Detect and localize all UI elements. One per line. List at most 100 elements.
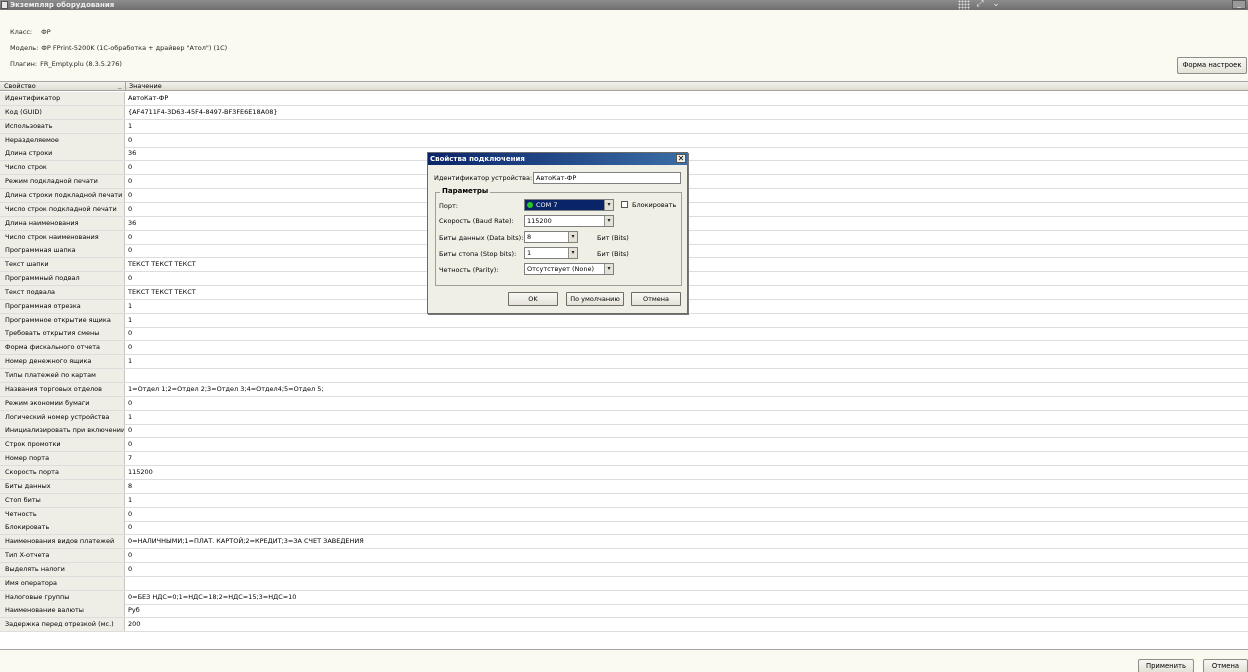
chevron-down-icon[interactable]: ▾: [568, 232, 577, 242]
expand-icon[interactable]: ⤢: [972, 0, 988, 10]
property-value-cell[interactable]: 1: [126, 494, 132, 507]
ok-button[interactable]: OK: [508, 292, 558, 306]
property-value-cell[interactable]: ТЕКСТ ТЕКСТ ТЕКСТ: [126, 258, 196, 271]
table-row[interactable]: Неразделяемое 0: [0, 133, 1248, 148]
property-value-cell[interactable]: 200: [126, 618, 140, 631]
close-icon[interactable]: ✕: [676, 154, 686, 163]
property-value-cell[interactable]: [126, 577, 128, 590]
column-header-property[interactable]: Свойство: [4, 82, 36, 91]
chevron-down-icon[interactable]: ▾: [604, 200, 613, 210]
property-value-cell[interactable]: 0=БЕЗ НДС=0;1=НДС=18;2=НДС=15;3=НДС=10: [126, 591, 296, 604]
chevron-down-icon[interactable]: ▾: [568, 248, 577, 258]
property-value-cell[interactable]: 115200: [126, 466, 153, 479]
table-row[interactable]: Программное открытие ящика 1: [0, 313, 1248, 328]
table-row[interactable]: Идентификатор АвтоКат-ФР: [0, 92, 1248, 106]
table-row[interactable]: Четность 0: [0, 507, 1248, 522]
property-value-cell[interactable]: 7: [126, 452, 132, 465]
property-value-cell[interactable]: 0: [126, 175, 132, 188]
table-row[interactable]: Блокировать 0: [0, 521, 1248, 536]
table-row[interactable]: Названия торговых отделов 1=Отдел 1;2=Отд…: [0, 382, 1248, 397]
property-value-cell[interactable]: 1: [126, 411, 132, 424]
parity-select[interactable]: Отсутствует (None) ▾: [524, 263, 614, 275]
property-value-cell[interactable]: 0: [126, 244, 132, 257]
property-value-cell[interactable]: 0: [126, 272, 132, 285]
table-row[interactable]: Код (GUID) {AF4711F4-3D63-45F4-8497-BF3FE…: [0, 105, 1248, 120]
property-value-cell[interactable]: АвтоКат-ФР: [126, 92, 168, 105]
property-value-cell[interactable]: 0: [126, 424, 132, 437]
table-row[interactable]: Строк промотки 0: [0, 438, 1248, 453]
property-value-cell[interactable]: 0=НАЛИЧНЫМИ;1=ПЛАТ. КАРТОЙ;2=КРЕДИТ;3=ЗА…: [126, 535, 364, 548]
chevron-down-icon[interactable]: ⌄: [988, 0, 1004, 10]
table-row[interactable]: Выделять налоги 0: [0, 562, 1248, 577]
property-value-cell[interactable]: 0: [126, 327, 132, 340]
property-value-cell[interactable]: 0: [126, 203, 132, 216]
property-value-cell[interactable]: ТЕКСТ ТЕКСТ ТЕКСТ: [126, 286, 196, 299]
device-id-input[interactable]: АвтоКат-ФР: [533, 172, 681, 184]
databits-select[interactable]: 8 ▾: [524, 231, 578, 243]
grid-icon[interactable]: [958, 0, 970, 10]
property-value-cell[interactable]: 36: [126, 217, 136, 230]
port-select[interactable]: COM 7 ▾: [524, 199, 614, 211]
block-checkbox[interactable]: [621, 201, 628, 208]
default-button[interactable]: По умолчанию: [566, 292, 624, 306]
table-row[interactable]: Налоговые группы 0=БЕЗ НДС=0;1=НДС=18;2=Н…: [0, 590, 1248, 605]
stopbits-select[interactable]: 1 ▾: [524, 247, 578, 259]
property-value-cell[interactable]: 0: [126, 438, 132, 451]
property-value-cell[interactable]: 0: [126, 341, 132, 354]
model-label: Модель:: [10, 44, 39, 52]
table-row[interactable]: Логический номер устройства 1: [0, 410, 1248, 425]
property-name-cell: Требовать открытия смены: [0, 327, 125, 341]
table-row[interactable]: Имя оператора: [0, 576, 1248, 591]
property-value-cell[interactable]: Руб: [126, 604, 140, 617]
property-value-cell[interactable]: 1: [126, 120, 132, 133]
table-row[interactable]: Задержка перед отрезкой (мс.) 200: [0, 618, 1248, 633]
property-value-cell[interactable]: 0: [126, 231, 132, 244]
property-value-cell[interactable]: 1: [126, 314, 132, 327]
table-row[interactable]: Наименования видов платежей 0=НАЛИЧНЫМИ;1…: [0, 535, 1248, 550]
settings-form-button[interactable]: Форма настроек: [1177, 57, 1247, 74]
property-value-cell[interactable]: 0: [126, 508, 132, 521]
property-name-cell: Форма фискального отчета: [0, 341, 125, 355]
table-row[interactable]: Инициализировать при включении 0: [0, 424, 1248, 439]
table-row[interactable]: Стоп биты 1: [0, 493, 1248, 508]
table-row[interactable]: Номер денежного ящика 1: [0, 355, 1248, 370]
property-value-cell[interactable]: 1: [126, 355, 132, 368]
property-name-cell: Номер порта: [0, 452, 125, 466]
table-row[interactable]: Режим экономии бумаги 0: [0, 396, 1248, 411]
property-value-cell[interactable]: 0: [126, 397, 132, 410]
chevron-down-icon[interactable]: ▾: [604, 216, 613, 226]
table-row[interactable]: Типы платежей по картам: [0, 369, 1248, 383]
property-name-cell: Использовать: [0, 119, 125, 133]
property-value-cell[interactable]: 36: [126, 147, 136, 160]
property-value-cell[interactable]: 0: [126, 549, 132, 562]
property-name-cell: Наименование валюты: [0, 604, 125, 618]
property-value-cell[interactable]: 1=Отдел 1;2=Отдел 2;3=Отдел 3;4=Отдел4;5…: [126, 383, 324, 396]
table-row[interactable]: Скорость порта 115200: [0, 465, 1248, 480]
table-row[interactable]: Наименование валюты Руб: [0, 604, 1248, 619]
cancel-button[interactable]: Отмена: [1203, 659, 1248, 672]
table-row[interactable]: Биты данных 8: [0, 479, 1248, 494]
minimize-button[interactable]: _: [1232, 0, 1246, 9]
table-row[interactable]: Использовать 1: [0, 119, 1248, 134]
table-row[interactable]: Форма фискального отчета 0: [0, 341, 1248, 356]
apply-button[interactable]: Применить: [1138, 659, 1194, 672]
property-name-cell: Наименования видов платежей: [0, 535, 125, 549]
column-divider[interactable]: [125, 82, 126, 91]
table-row[interactable]: Требовать открытия смены 0: [0, 327, 1248, 342]
baud-select[interactable]: 115200 ▾: [524, 215, 614, 227]
property-value-cell[interactable]: {AF4711F4-3D63-45F4-8497-BF3FE6E18A08}: [126, 106, 278, 119]
property-value-cell[interactable]: 8: [126, 480, 132, 493]
chevron-down-icon[interactable]: ▾: [604, 264, 613, 274]
dialog-cancel-button[interactable]: Отмена: [631, 292, 681, 306]
table-row[interactable]: Тип X-отчета 0: [0, 549, 1248, 564]
class-value: ФР: [41, 28, 51, 36]
property-value-cell[interactable]: 0: [126, 161, 132, 174]
property-value-cell[interactable]: 0: [126, 563, 132, 576]
property-value-cell[interactable]: [126, 369, 128, 382]
property-value-cell[interactable]: 0: [126, 189, 132, 202]
property-value-cell[interactable]: 0: [126, 134, 132, 147]
table-row[interactable]: Номер порта 7: [0, 452, 1248, 467]
column-header-value[interactable]: Значение: [129, 82, 162, 91]
property-value-cell[interactable]: 0: [126, 521, 132, 534]
property-value-cell[interactable]: 1: [126, 300, 132, 313]
